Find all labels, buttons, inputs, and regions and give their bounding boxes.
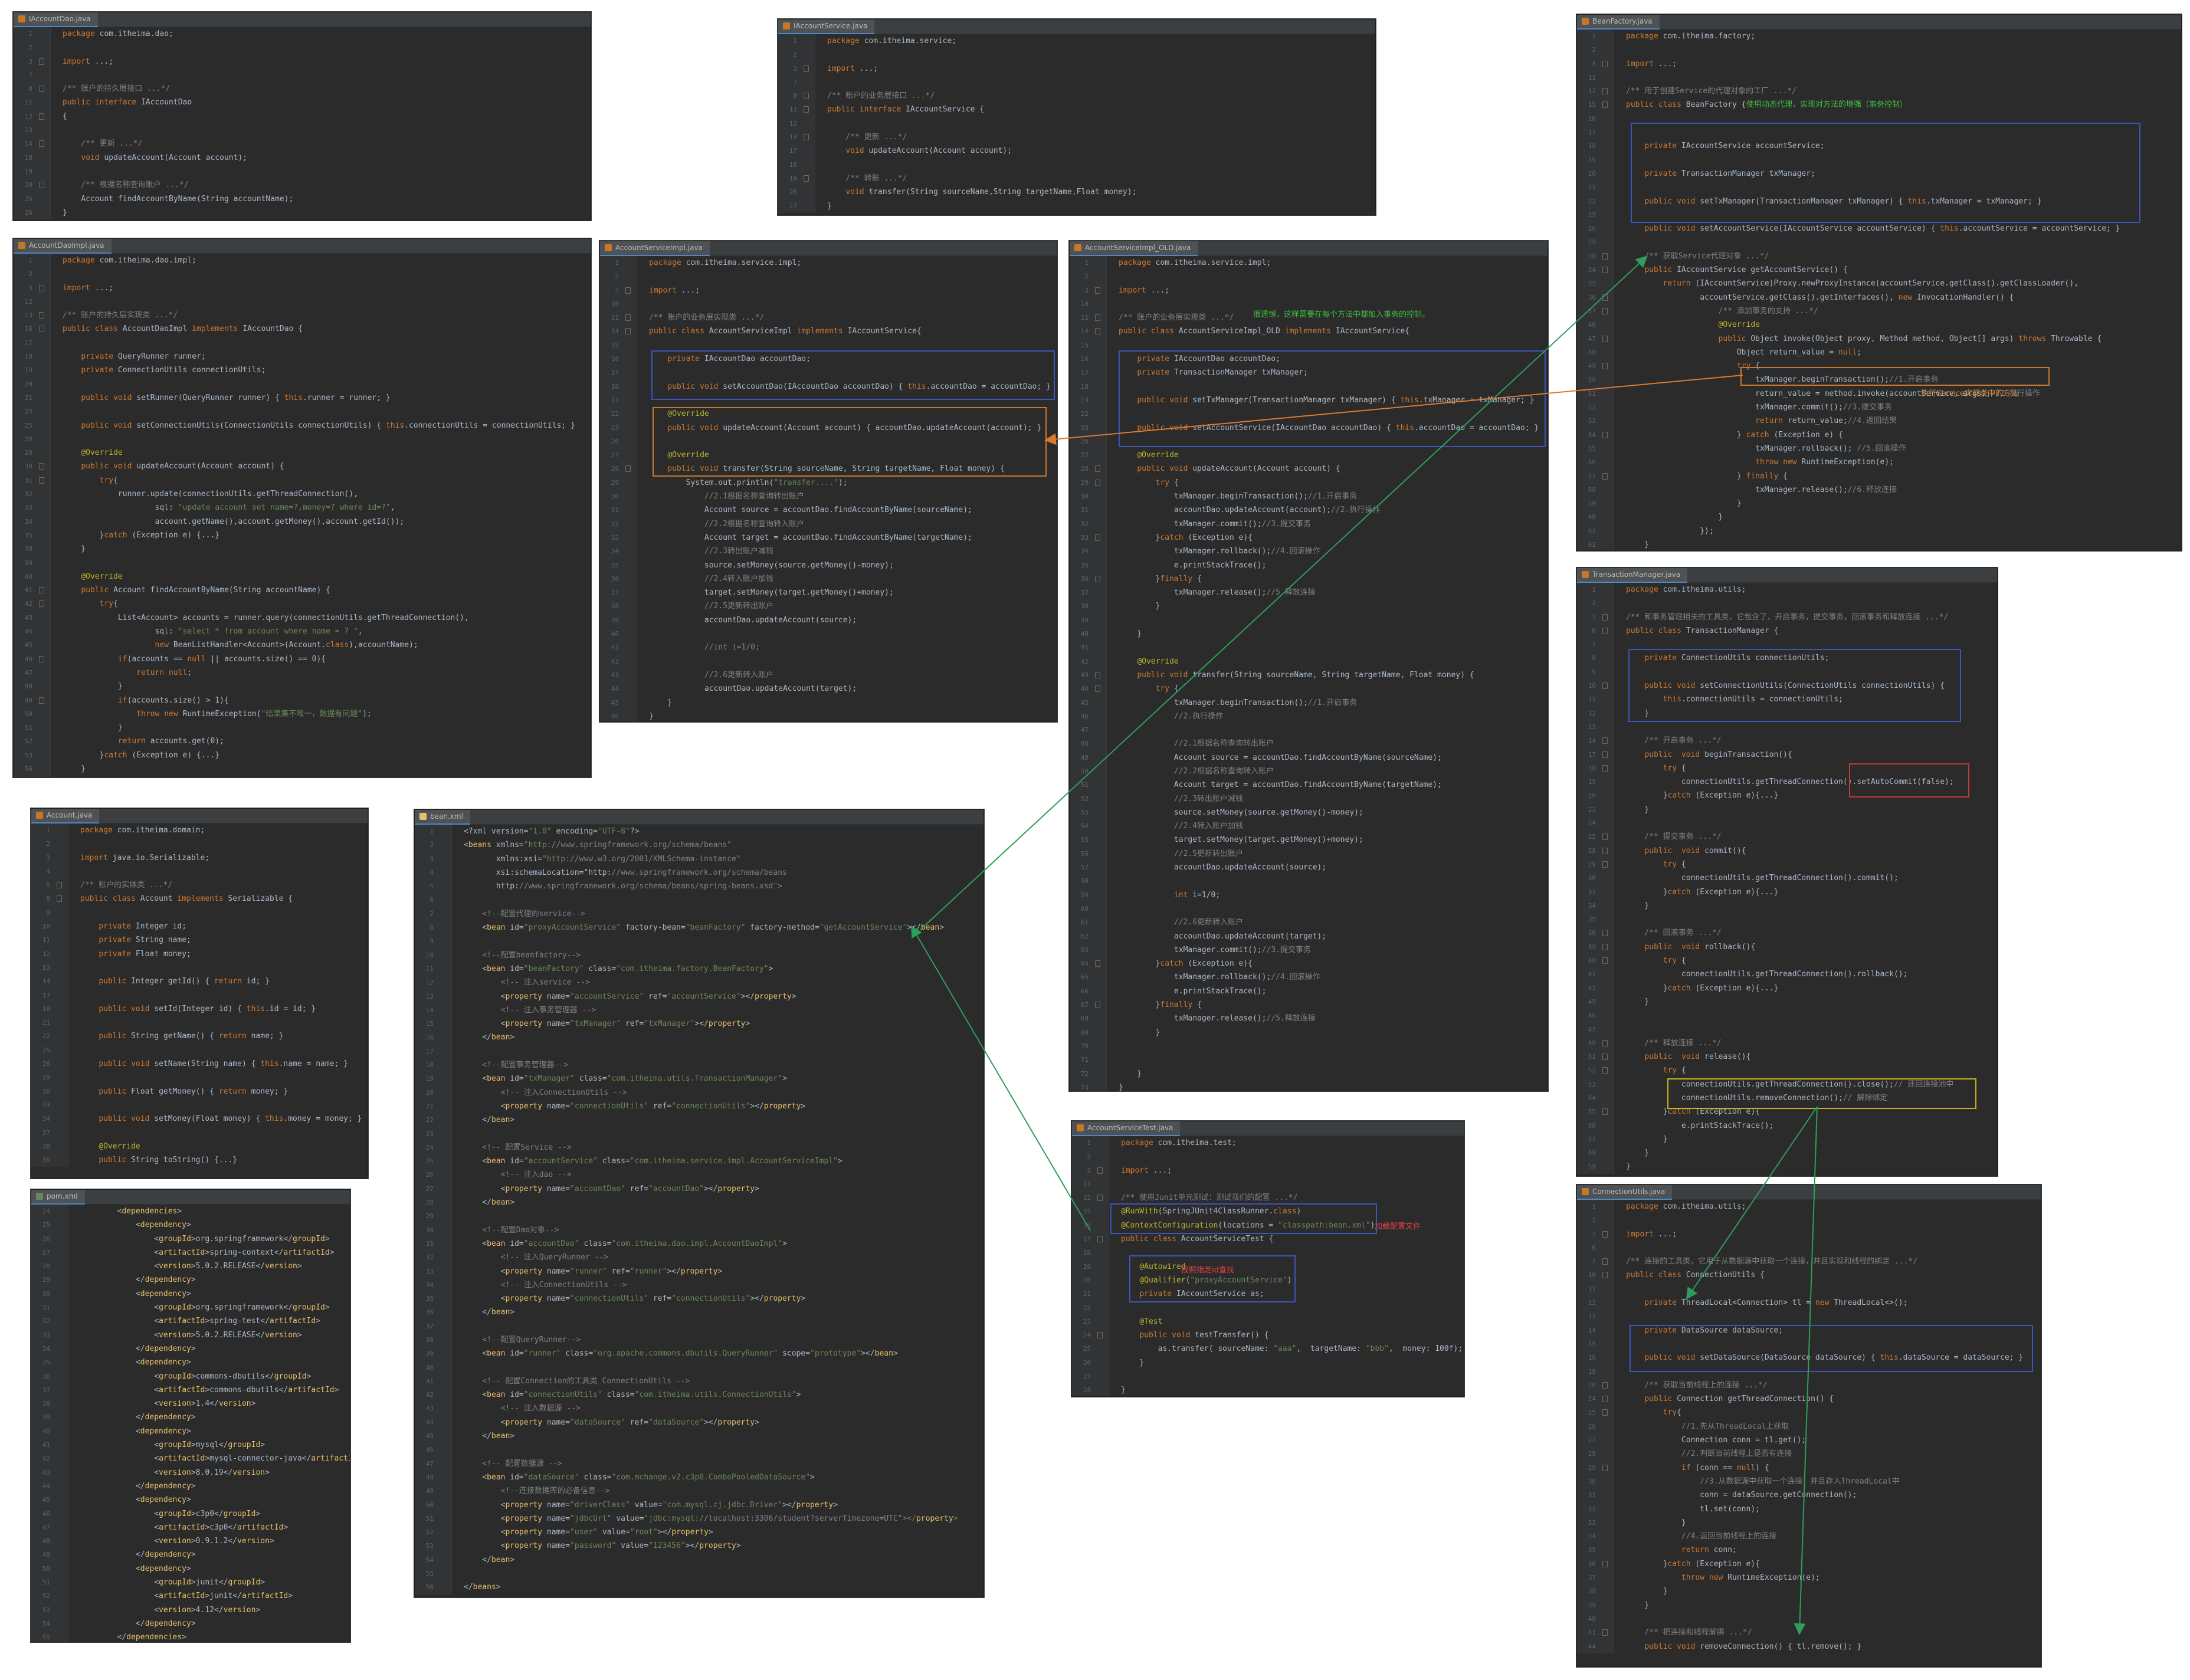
arrow-release-to-removeconnection-2 [1686,1106,1818,1300]
arrow-invoke-to-serviceimpl [1044,375,1743,445]
arrow-release-to-removeconnection-1 [1794,1106,1818,1635]
arrow-beanxml-to-beanfactory [920,255,1648,930]
connector-arrows [910,255,1818,1635]
arrow-test-to-beanxml [910,925,1091,1231]
